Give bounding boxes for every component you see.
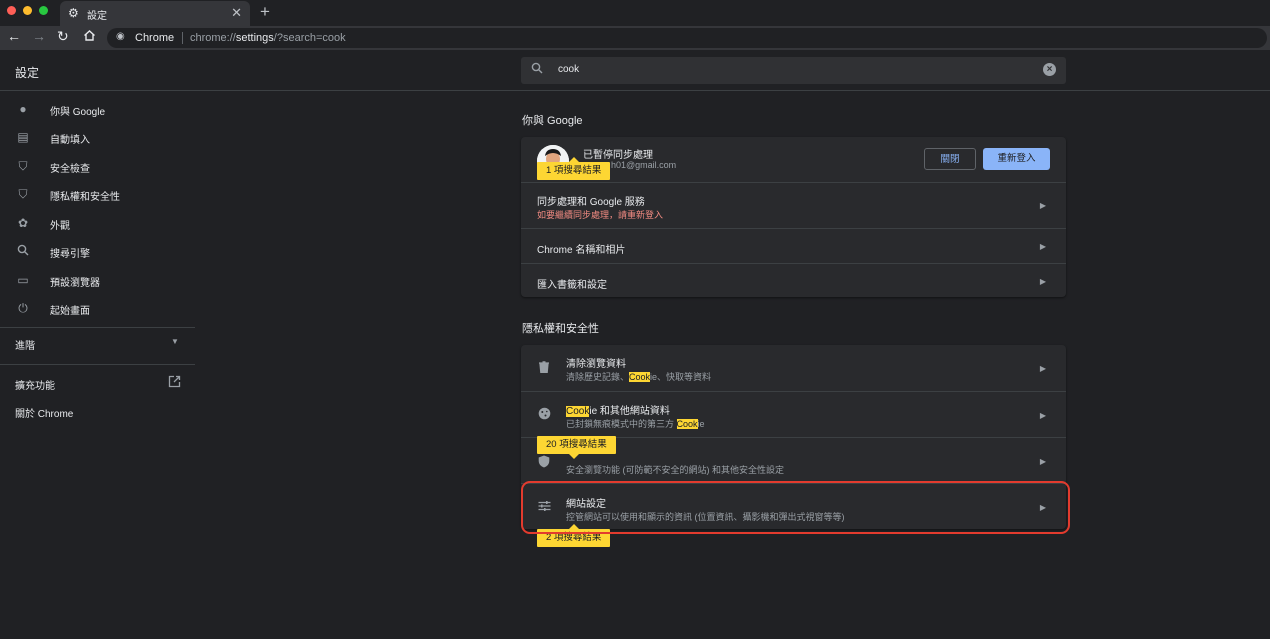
profile-email: h01@gmail.com — [611, 160, 677, 170]
search-icon — [531, 62, 543, 77]
sidebar-item-extensions[interactable]: 擴充功能 — [15, 377, 55, 392]
sidebar-item-safety-check[interactable]: ⛉ 安全檢查 — [0, 152, 195, 180]
sidebar-item-label: 預設瀏覽器 — [50, 278, 100, 289]
sidebar-item-label: 安全檢查 — [50, 164, 90, 175]
cookies-row[interactable]: Cookie 和其他網站資料 已封鎖無痕模式中的第三方 Cookie ▶ — [521, 391, 1066, 437]
trash-icon — [537, 361, 551, 376]
sidebar-item-about-chrome[interactable]: 關於 Chrome — [15, 405, 73, 420]
chrome-name-row[interactable]: Chrome 名稱和相片 ▶ — [521, 228, 1066, 263]
home-button[interactable] — [83, 29, 96, 45]
person-icon: ● — [19, 102, 27, 116]
sidebar-item-label: 隱私權和安全性 — [50, 192, 120, 203]
shield-icon: ⛉ — [18, 187, 28, 201]
sidebar-divider — [0, 364, 195, 365]
clear-subtitle: 清除歷史記錄、Cookie、快取等資料 — [566, 372, 712, 382]
tab-strip: ⚙ 設定 ✕ + — [0, 0, 1270, 26]
close-button[interactable]: 關閉 — [924, 148, 976, 170]
open-in-new-icon[interactable] — [168, 375, 181, 393]
shield-icon — [537, 455, 551, 471]
browser-toolbar: ← → ↻ ◉ Chrome chrome://settings/?search… — [0, 26, 1270, 50]
section-title-privacy: 隱私權和安全性 — [522, 323, 599, 335]
gear-icon: ⚙ — [68, 6, 79, 20]
back-button[interactable]: ← — [7, 28, 21, 44]
minimize-window-button[interactable] — [23, 6, 32, 15]
chrome-icon: ◉ — [116, 31, 125, 42]
close-tab-icon[interactable]: ✕ — [231, 5, 242, 21]
sidebar-item-autofill[interactable]: ▤ 自動填入 — [0, 123, 195, 151]
omnibox-separator — [182, 32, 183, 44]
forward-button[interactable]: → — [32, 28, 46, 44]
highlight-box — [521, 481, 1070, 534]
search-result-bubble: 20 項搜尋結果 — [537, 436, 616, 459]
omnibox-chip: Chrome — [135, 32, 175, 44]
cookies-title: Cookie 和其他網站資料 — [566, 406, 670, 417]
cookies-subtitle: 已封鎖無痕模式中的第三方 Cookie — [566, 419, 705, 429]
arrow-right-icon: ▶ — [1039, 201, 1046, 210]
chrome-name-title: Chrome 名稱和相片 — [537, 245, 626, 256]
sidebar-item-label: 外觀 — [50, 221, 70, 232]
sidebar-item-you-and-google[interactable]: ● 你與 Google — [0, 95, 195, 123]
clear-title: 清除瀏覽資料 — [566, 359, 626, 370]
you-and-google-card: 已暫停同步處理 h01@gmail.com 關閉 重新登入 同步處理和 Goog… — [521, 137, 1066, 297]
clipboard-icon: ▤ — [17, 130, 29, 144]
shield-check-icon: ⛉ — [18, 159, 28, 173]
search-icon — [16, 244, 30, 259]
security-subtitle: 安全瀏覽功能 (可防範不安全的網站) 和其他安全性設定 — [566, 465, 784, 475]
sidebar-item-label: 你與 Google — [50, 107, 106, 118]
clear-browsing-data-row[interactable]: 清除瀏覽資料 清除歷史記錄、Cookie、快取等資料 ▶ — [521, 345, 1066, 391]
sidebar-item-on-startup[interactable]: ⏻ 起始畫面 — [0, 294, 195, 322]
close-window-button[interactable] — [7, 6, 16, 15]
sidebar-item-privacy[interactable]: ⛉ 隱私權和安全性 — [0, 180, 195, 208]
search-input[interactable]: cook × — [521, 57, 1066, 84]
maximize-window-button[interactable] — [39, 6, 48, 15]
settings-page: 設定 cook × ● 你與 Google ▤ 自動填入 ⛉ 安全檢查 ⛉ 隱私… — [0, 50, 1270, 639]
address-bar[interactable]: ◉ Chrome chrome://settings/?search=cook — [107, 28, 1267, 48]
sidebar-item-appearance[interactable]: ✿ 外觀 — [0, 209, 195, 237]
cookie-icon — [537, 407, 551, 423]
page-title: 設定 — [15, 66, 40, 80]
arrow-right-icon: ▶ — [1039, 242, 1046, 251]
chevron-down-icon[interactable]: ▼ — [171, 337, 179, 346]
import-row[interactable]: 匯入書籤和設定 ▶ — [521, 263, 1066, 297]
tab-settings[interactable]: ⚙ 設定 ✕ — [60, 1, 250, 26]
relogin-button[interactable]: 重新登入 — [983, 148, 1050, 170]
clear-search-icon[interactable]: × — [1043, 63, 1056, 76]
sync-warning: 如要繼續同步處理，請重新登入 — [537, 210, 664, 220]
arrow-right-icon: ▶ — [1039, 364, 1046, 373]
import-title: 匯入書籤和設定 — [537, 280, 607, 291]
url-text: chrome://settings/?search=cook — [190, 32, 346, 44]
arrow-right-icon: ▶ — [1039, 411, 1046, 420]
arrow-right-icon: ▶ — [1039, 457, 1046, 466]
new-tab-button[interactable]: + — [260, 2, 270, 22]
settings-header: 設定 cook × — [0, 50, 1270, 91]
sidebar-item-label: 起始畫面 — [50, 306, 90, 317]
profile-status: 已暫停同步處理 — [583, 150, 653, 161]
home-icon — [84, 30, 95, 41]
tab-title: 設定 — [87, 11, 107, 22]
palette-icon: ✿ — [17, 216, 29, 230]
sync-row[interactable]: 同步處理和 Google 服務 如要繼續同步處理，請重新登入 ▶ — [521, 182, 1066, 228]
sidebar-item-label: 自動填入 — [50, 135, 90, 146]
sidebar-item-advanced[interactable]: 進階 — [15, 337, 35, 352]
arrow-right-icon: ▶ — [1039, 277, 1046, 286]
sidebar-divider — [0, 327, 195, 328]
search-value: cook — [558, 64, 580, 75]
browser-icon: ▭ — [17, 273, 29, 287]
reload-button[interactable]: ↻ — [57, 28, 69, 45]
power-icon: ⏻ — [18, 301, 28, 315]
sidebar-item-search-engine[interactable]: 搜尋引擎 — [0, 237, 195, 265]
section-title-you-and-google: 你與 Google — [522, 115, 583, 127]
sync-title: 同步處理和 Google 服務 — [537, 197, 645, 208]
sidebar-item-label: 搜尋引擎 — [50, 249, 90, 260]
search-result-bubble: 1 項搜尋結果 — [537, 157, 611, 180]
sidebar-item-default-browser[interactable]: ▭ 預設瀏覽器 — [0, 266, 195, 294]
